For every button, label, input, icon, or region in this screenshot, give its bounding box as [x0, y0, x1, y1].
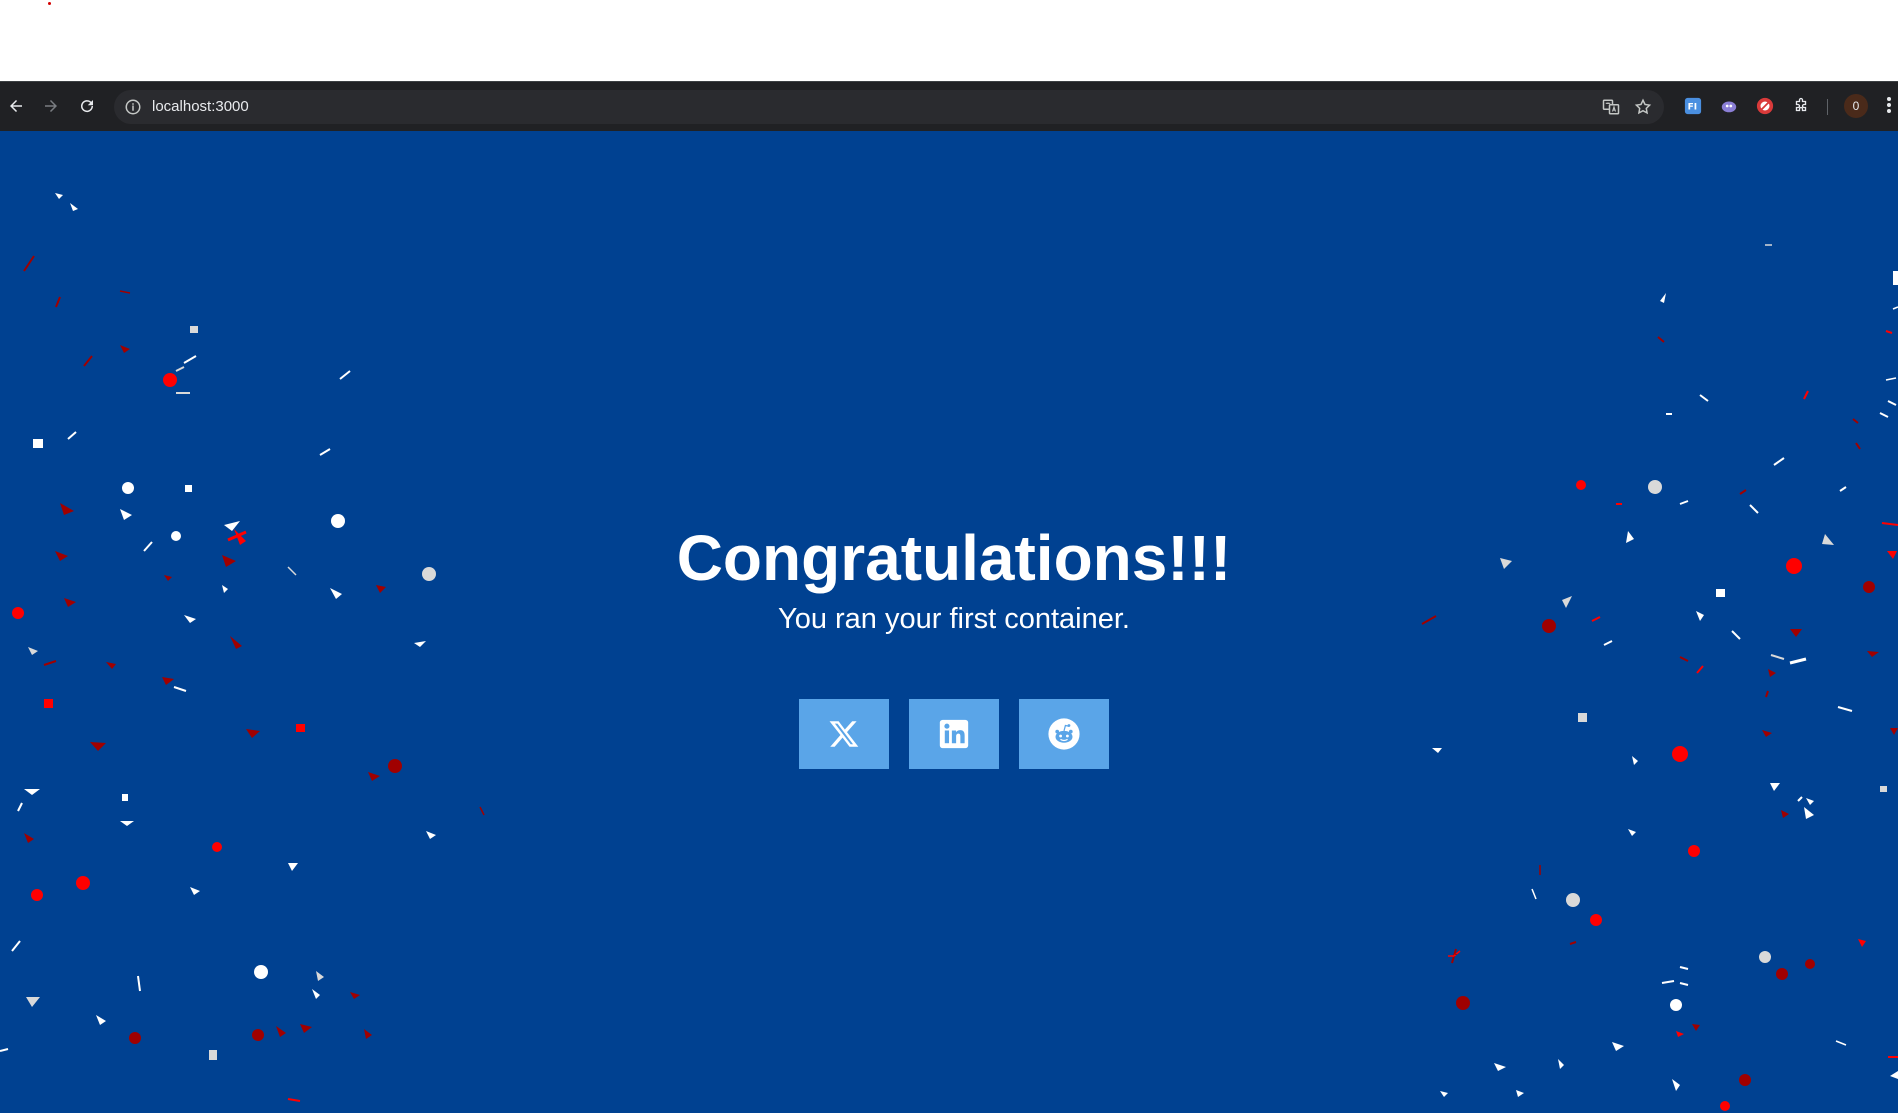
browser-toolbar: localhost:3000 FI 0: [0, 81, 1898, 131]
reddit-icon: [1048, 718, 1080, 750]
address-bar[interactable]: localhost:3000: [114, 90, 1664, 124]
bookmark-star-icon[interactable]: [1634, 98, 1652, 116]
site-info-icon[interactable]: [124, 98, 142, 116]
window-top-area: [0, 0, 1898, 81]
toolbar-separator: [1827, 99, 1828, 115]
url-text[interactable]: localhost:3000: [152, 98, 249, 116]
translate-icon[interactable]: [1602, 98, 1620, 116]
page-content: Congratulations!!! You ran your first co…: [0, 131, 1898, 1113]
back-arrow-icon: [10, 100, 22, 112]
extension-blocker-icon[interactable]: [1755, 96, 1775, 116]
confetti-right: [1421, 244, 1898, 1111]
confetti-left: [0, 193, 485, 1102]
red-dot: [48, 2, 51, 5]
share-reddit-button[interactable]: [1019, 699, 1109, 769]
forward-arrow-icon: [45, 100, 57, 112]
profile-avatar[interactable]: 0: [1844, 94, 1868, 118]
back-button[interactable]: [4, 94, 28, 118]
svg-text:FI: FI: [1688, 103, 1698, 113]
share-x-button[interactable]: [799, 699, 889, 769]
reload-button[interactable]: [75, 94, 99, 118]
reload-icon: [81, 100, 94, 113]
forward-button[interactable]: [39, 94, 63, 118]
profile-initial: 0: [1852, 99, 1860, 113]
extension-cloud-icon[interactable]: [1719, 96, 1739, 116]
share-linkedin-button[interactable]: [909, 699, 999, 769]
congratulations-heading: Congratulations!!!: [676, 522, 1232, 594]
extensions-puzzle-icon[interactable]: [1791, 96, 1811, 116]
linkedin-icon: [939, 719, 969, 749]
browser-menu-icon[interactable]: [1884, 95, 1894, 117]
x-twitter-icon: [829, 721, 859, 747]
extension-fi-icon[interactable]: FI: [1683, 96, 1703, 116]
success-message: You ran your first container.: [778, 603, 1130, 635]
